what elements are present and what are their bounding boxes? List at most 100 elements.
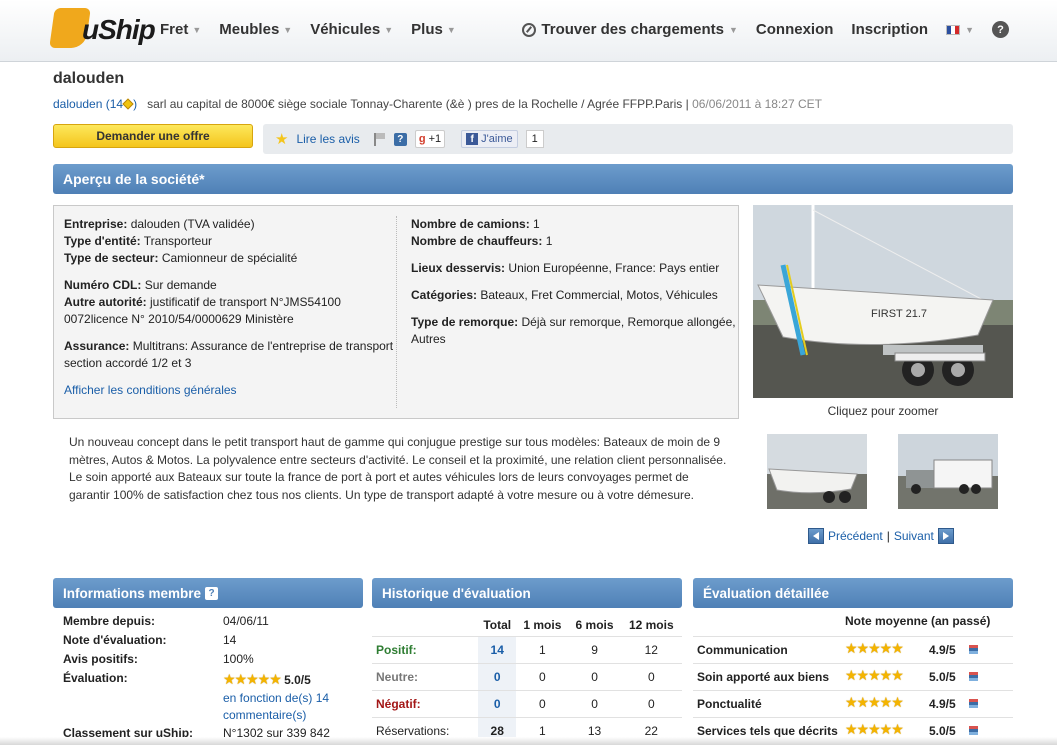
company-info-right: Nombre de camions: 1 Nombre de chauffeur… <box>411 216 736 348</box>
chart-icon[interactable] <box>969 699 978 708</box>
table-row: Neutre: 0 0 0 0 <box>372 662 682 690</box>
member-row: Membre depuis: 04/06/11 <box>63 614 269 628</box>
compass-icon <box>522 22 537 37</box>
question-icon[interactable]: ? <box>393 132 407 146</box>
info-row: Type d'entité: Transporteur <box>64 234 213 248</box>
request-offer-button[interactable]: Demander une offre <box>53 124 253 148</box>
info-row: Lieux desservis: Union Européenne, Franc… <box>411 261 720 275</box>
chevron-down-icon: ▼ <box>283 24 293 35</box>
main-nav: Fret ▼ Meubles ▼ Véhicules ▼ Plus ▼ <box>160 21 456 38</box>
member-info-header: Informations membre? <box>53 578 363 608</box>
login-link[interactable]: Connexion <box>756 21 834 38</box>
company-overview-header: Aperçu de la société* <box>53 164 1013 194</box>
arrow-right-icon[interactable] <box>937 528 954 544</box>
detailed-rating-header: Évaluation détaillée <box>693 578 1013 608</box>
detailed-rating-subtitle: Note moyenne (an passé) <box>845 614 991 628</box>
boat-on-trailer-image: FIRST 21.7 <box>753 205 1013 398</box>
help-icon[interactable]: ? <box>992 21 1009 38</box>
terms-link[interactable]: Afficher les conditions générales <box>64 383 237 397</box>
find-loads-menu[interactable]: Trouver des chargements ▼ <box>522 21 738 38</box>
rating-history-panel: Historique d'évaluation Total 1 mois 6 moi… <box>372 578 682 744</box>
google-g-icon: g <box>418 133 426 145</box>
gallery-pager: Précédent | Suivant <box>808 528 954 544</box>
table-row: Positif: 14 1 9 12 <box>372 635 682 663</box>
rating-history-header: Historique d'évaluation <box>372 578 682 608</box>
chevron-down-icon: ▼ <box>446 24 456 35</box>
detail-row: Ponctualité ★★★★★ 4.9/5 <box>693 690 1013 717</box>
detail-row: Communication ★★★★★ 4.9/5 <box>693 636 1013 663</box>
logo-text: uShip <box>82 14 156 45</box>
chevron-down-icon: ▼ <box>965 24 974 35</box>
rating-stars-icon: ★★★★★ <box>845 694 904 710</box>
signup-link[interactable]: Inscription <box>851 21 928 38</box>
chart-icon[interactable] <box>969 672 978 681</box>
report-flag-icon[interactable] <box>373 132 386 146</box>
google-plus-button[interactable]: g +1 <box>414 130 446 148</box>
read-reviews-link[interactable]: Lire les avis <box>296 132 359 146</box>
detailed-rating-panel: Évaluation détaillée Note moyenne (an pa… <box>693 578 1013 744</box>
star-icon: ★ <box>275 131 289 148</box>
column-divider <box>396 216 397 408</box>
info-row: Numéro CDL: Sur demande <box>64 278 217 292</box>
rating-history-table: Total 1 mois 6 mois 12 mois Positif: 14 1 9 12 … <box>372 614 682 744</box>
svg-text:FIRST 21.7: FIRST 21.7 <box>871 308 927 320</box>
reviews-count-link[interactable]: en fonction de(s) 14 commentaire(s) <box>223 690 353 724</box>
member-rating-row: Évaluation: ★★★★★ 5.0/5 <box>63 671 311 687</box>
chevron-down-icon: ▼ <box>728 24 738 35</box>
page-title: dalouden <box>53 70 125 87</box>
social-bar: ★ Lire les avis ? g +1 f J'aime 1 <box>263 124 1013 154</box>
member-date: 06/06/2011 à 18:27 CET <box>692 97 822 111</box>
rating-stars-icon: ★★★★★ <box>223 671 282 687</box>
member-row: Note d'évaluation: 14 <box>63 633 237 647</box>
company-info-box: Entreprise: dalouden (TVA validée) Type … <box>53 205 739 419</box>
info-row: Assurance: Multitrans: Assurance de l'en… <box>64 339 394 370</box>
zoom-caption[interactable]: Cliquez pour zoomer <box>753 404 1013 418</box>
chart-icon[interactable] <box>969 645 978 654</box>
detail-row: Soin apporté aux biens ★★★★★ 5.0/5 <box>693 663 1013 690</box>
window-bottom-edge <box>0 737 1057 745</box>
truck-thumbnail-image <box>898 434 998 509</box>
facebook-like-button[interactable]: f J'aime <box>461 130 518 148</box>
info-row: Type de remorque: Déjà sur remorque, Rem… <box>411 315 736 346</box>
info-row: Nombre de chauffeurs: 1 <box>411 234 553 248</box>
info-row: Entreprise: dalouden (TVA validée) <box>64 217 255 231</box>
help-icon[interactable]: ? <box>205 586 219 600</box>
rating-stars-icon: ★★★★★ <box>845 667 904 683</box>
company-tagline: sarl au capital de 8000€ siège sociale T… <box>147 97 689 111</box>
nav-meubles[interactable]: Meubles ▼ <box>219 21 292 38</box>
member-info-panel: Informations membre? Membre depuis: 04/06… <box>53 578 363 745</box>
company-info-left: Entreprise: dalouden (TVA validée) Type … <box>64 216 394 399</box>
nav-plus[interactable]: Plus ▼ <box>411 21 456 38</box>
info-row: Autre autorité: justificatif de transpor… <box>64 295 341 326</box>
arrow-left-icon[interactable] <box>808 528 824 544</box>
thumbnail-boat[interactable] <box>767 434 867 509</box>
top-navigation: uShip Fret ▼ Meubles ▼ Véhicules ▼ Plus ▼ Tr… <box>0 0 1057 62</box>
info-row: Nombre de camions: 1 <box>411 217 540 231</box>
facebook-icon: f <box>466 133 479 145</box>
thumbnail-truck[interactable] <box>898 434 998 509</box>
nav-vehicules[interactable]: Véhicules ▼ <box>310 21 393 38</box>
language-selector[interactable]: ▼ <box>946 24 974 35</box>
chart-icon[interactable] <box>969 726 978 735</box>
uship-logo[interactable]: uShip <box>49 8 156 50</box>
facebook-like-count: 1 <box>525 130 544 148</box>
chevron-down-icon: ▼ <box>192 24 202 35</box>
previous-link[interactable]: Précédent <box>828 529 883 543</box>
next-link[interactable]: Suivant <box>894 529 934 543</box>
info-row: Catégories: Bateaux, Fret Commercial, Mo… <box>411 288 718 302</box>
info-row: Type de secteur: Camionneur de spécialit… <box>64 251 298 265</box>
user-profile-link[interactable]: dalouden (14) <box>53 97 137 111</box>
france-flag-icon <box>946 24 961 35</box>
table-row: Négatif: 0 0 0 0 <box>372 689 682 717</box>
account-nav: Trouver des chargements ▼ Connexion Inscr… <box>522 21 1009 38</box>
rating-stars-icon: ★★★★★ <box>845 721 904 737</box>
positive-total-link[interactable]: 14 <box>491 643 504 657</box>
member-row: Avis positifs: 100% <box>63 652 254 666</box>
chevron-down-icon: ▼ <box>384 24 394 35</box>
nav-fret[interactable]: Fret ▼ <box>160 21 201 38</box>
boat-thumbnail-image <box>767 434 867 509</box>
action-bar: Demander une offre ★ Lire les avis ? g +… <box>53 124 1013 154</box>
main-photo-boat[interactable]: FIRST 21.7 <box>753 205 1013 398</box>
rating-stars-icon: ★★★★★ <box>845 640 904 656</box>
company-subline: dalouden (14) sarl au capital de 8000€ s… <box>53 97 822 111</box>
